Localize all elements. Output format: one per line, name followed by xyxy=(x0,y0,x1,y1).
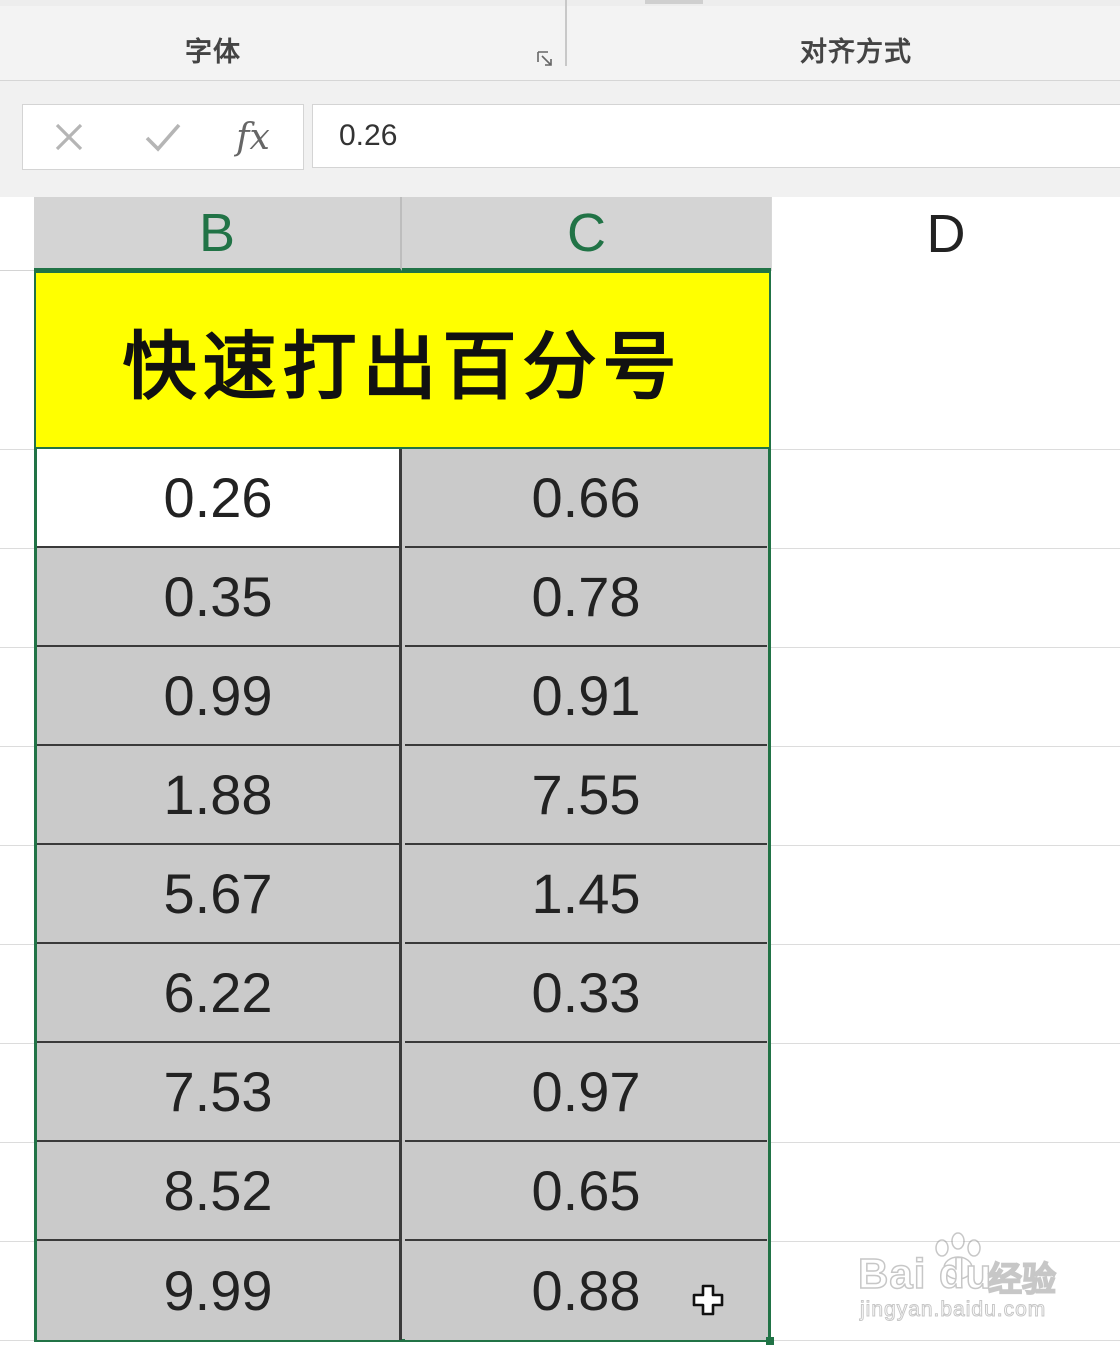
title-merged-cell[interactable]: 快速打出百分号 xyxy=(34,271,771,449)
cell-b-row-7[interactable]: 7.53 xyxy=(37,1043,402,1142)
ribbon-control-fragment[interactable] xyxy=(645,0,703,4)
ribbon-group-separator xyxy=(565,0,567,66)
cell-c-row-8[interactable]: 0.65 xyxy=(405,1142,767,1241)
cell-c-row-7[interactable]: 0.97 xyxy=(405,1043,767,1142)
baidu-jingyan-watermark: Bai du 经验 jingyan.baidu.com xyxy=(857,1232,1108,1332)
ribbon: 字体 对齐方式 xyxy=(0,0,1120,81)
cell-c-row-4[interactable]: 7.55 xyxy=(405,746,767,845)
cell-b-row-2[interactable]: 0.35 xyxy=(37,548,402,647)
cell-b-row-8[interactable]: 8.52 xyxy=(37,1142,402,1241)
cell-b-row-1[interactable]: 0.26 xyxy=(37,449,402,548)
checkmark-icon[interactable] xyxy=(143,117,183,157)
cell-c-row-2[interactable]: 0.78 xyxy=(405,548,767,647)
cell-c-row-3[interactable]: 0.91 xyxy=(405,647,767,746)
ribbon-group-alignment-label: 对齐方式 xyxy=(800,37,912,68)
cell-b-row-5[interactable]: 5.67 xyxy=(37,845,402,944)
formula-input[interactable]: 0.26 xyxy=(312,104,1120,168)
cell-c-row-1[interactable]: 0.66 xyxy=(405,449,767,548)
cell-b-row-6[interactable]: 6.22 xyxy=(37,944,402,1043)
close-x-icon[interactable] xyxy=(49,117,89,157)
cell-c-row-5[interactable]: 1.45 xyxy=(405,845,767,944)
watermark-jingyan-text: 经验 xyxy=(987,1259,1057,1301)
column-header-d[interactable]: D xyxy=(771,197,1120,271)
cell-b-row-3[interactable]: 0.99 xyxy=(37,647,402,746)
watermark-logo-text: Bai du xyxy=(857,1249,993,1298)
cell-c-row-6[interactable]: 0.33 xyxy=(405,944,767,1043)
spreadsheet-window: 字体 对齐方式 fx 0.26 B C D 快速打出百分号 0.26 0.66 … xyxy=(0,0,1120,1349)
header-divider xyxy=(0,270,34,271)
fill-handle[interactable] xyxy=(766,1337,774,1345)
white-cross-cursor-icon xyxy=(692,1284,724,1316)
watermark-url: jingyan.baidu.com xyxy=(859,1298,1047,1322)
column-header-c[interactable]: C xyxy=(402,197,771,271)
ribbon-group-font-label: 字体 xyxy=(185,37,241,68)
column-header-b[interactable]: B xyxy=(34,197,402,271)
formula-bar-buttons: fx xyxy=(22,104,304,170)
insert-function-button[interactable]: fx xyxy=(233,117,273,158)
cell-b-row-4[interactable]: 1.88 xyxy=(37,746,402,845)
cell-b-row-9[interactable]: 9.99 xyxy=(37,1241,402,1340)
font-dialog-launcher-icon[interactable] xyxy=(536,50,554,68)
ribbon-top-strip xyxy=(0,0,1120,6)
